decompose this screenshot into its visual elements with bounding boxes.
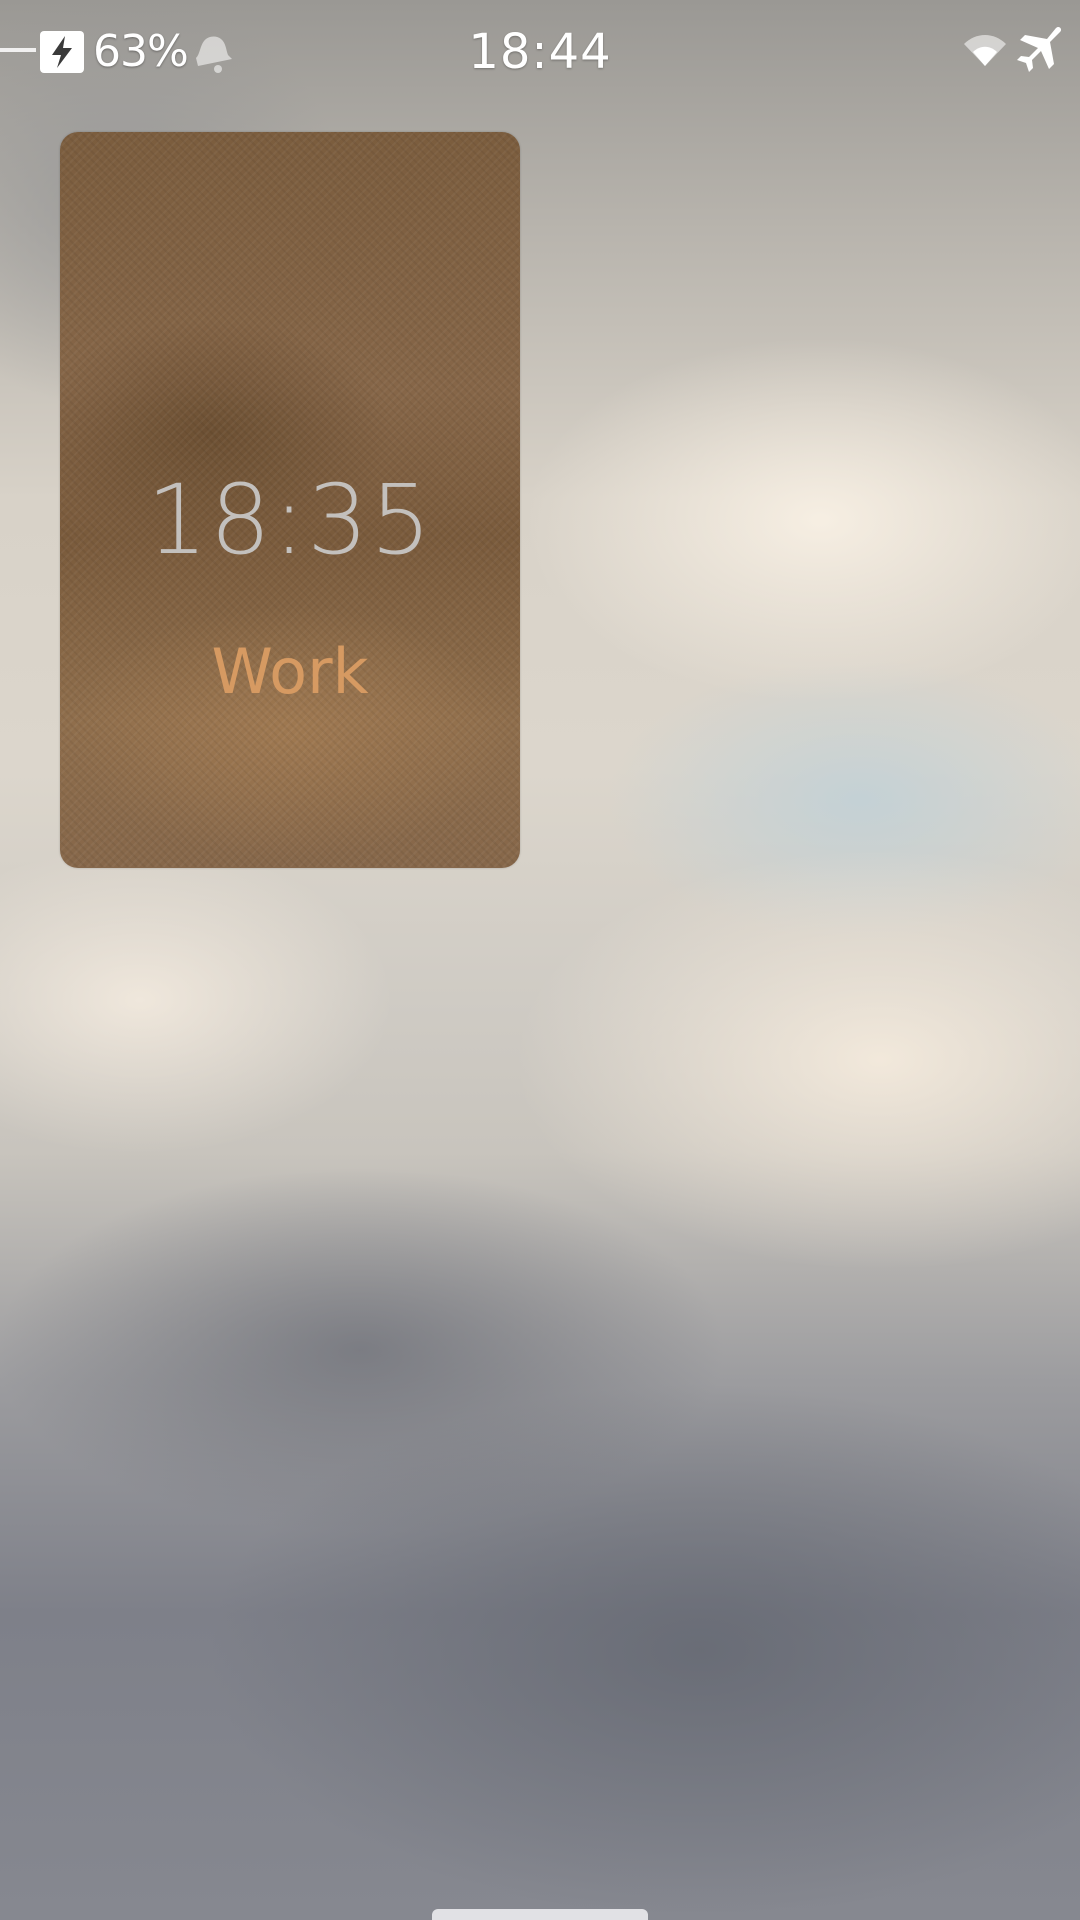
status-clock: 18:44: [468, 24, 612, 80]
wifi-icon: [964, 35, 1006, 66]
status-bar[interactable]: 63% 18:44: [0, 0, 1080, 104]
home-screen: 63% 18:44 18:35 Work: [0, 0, 1080, 1920]
active-cover-widget[interactable]: 18:35 Work: [60, 132, 520, 868]
cover-label: Work: [211, 635, 369, 708]
cover-time: 18:35: [146, 464, 434, 576]
bottom-pulley-handle[interactable]: [432, 1909, 648, 1920]
airplane-mode-icon: [1017, 26, 1062, 72]
